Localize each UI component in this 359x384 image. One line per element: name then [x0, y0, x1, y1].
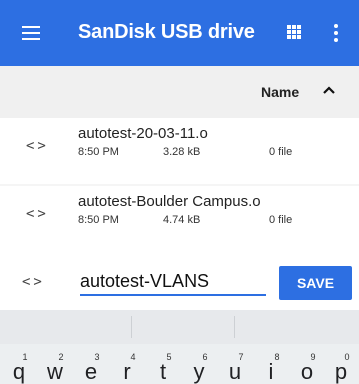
file-time: 8:50 PM [78, 214, 119, 226]
list-item[interactable]: <> autotest-Boulder Campus.o 8:50 PM 4.7… [0, 186, 359, 252]
rename-row: <> SAVE [0, 252, 359, 310]
key-q[interactable]: 1q [2, 344, 36, 384]
key-e[interactable]: 3e [74, 344, 108, 384]
code-icon: <> [26, 206, 49, 222]
code-icon: <> [22, 274, 45, 290]
key-y[interactable]: 6y [182, 344, 216, 384]
suggestion-divider [131, 316, 132, 338]
file-time: 8:50 PM [78, 146, 119, 158]
sort-by-name-label[interactable]: Name [261, 84, 299, 100]
file-name: autotest-20-03-11.o [78, 125, 208, 142]
more-vert-icon[interactable] [334, 24, 338, 42]
save-button[interactable]: SAVE [279, 266, 352, 300]
suggestion-divider [234, 316, 235, 338]
file-info: 0 file [269, 146, 293, 158]
rename-input[interactable] [80, 268, 266, 296]
file-size: 3.28 kB [163, 146, 201, 158]
grid-view-icon[interactable] [287, 25, 301, 39]
app-title: SanDisk USB drive [78, 21, 255, 43]
key-o[interactable]: 9o [290, 344, 324, 384]
key-u[interactable]: 7u [218, 344, 252, 384]
app-bar: SanDisk USB drive [0, 0, 359, 66]
keyboard: 1q 2w 3e 4r 5t 6y 7u 8i 9o 0p [0, 344, 359, 384]
key-p[interactable]: 0p [324, 344, 358, 384]
file-info: 0 file [269, 214, 293, 226]
column-header: Name [0, 66, 359, 118]
code-icon: <> [26, 138, 49, 154]
menu-icon[interactable] [22, 26, 40, 40]
key-w[interactable]: 2w [38, 344, 72, 384]
list-item[interactable]: <> autotest-20-03-11.o 8:50 PM 3.28 kB 0… [0, 118, 359, 184]
keyboard-suggestion-strip[interactable] [0, 310, 359, 344]
file-size: 4.74 kB [163, 214, 201, 226]
key-t[interactable]: 5t [146, 344, 180, 384]
chevron-up-icon[interactable] [321, 82, 337, 98]
key-r[interactable]: 4r [110, 344, 144, 384]
file-name: autotest-Boulder Campus.o [78, 193, 261, 210]
key-i[interactable]: 8i [254, 344, 288, 384]
